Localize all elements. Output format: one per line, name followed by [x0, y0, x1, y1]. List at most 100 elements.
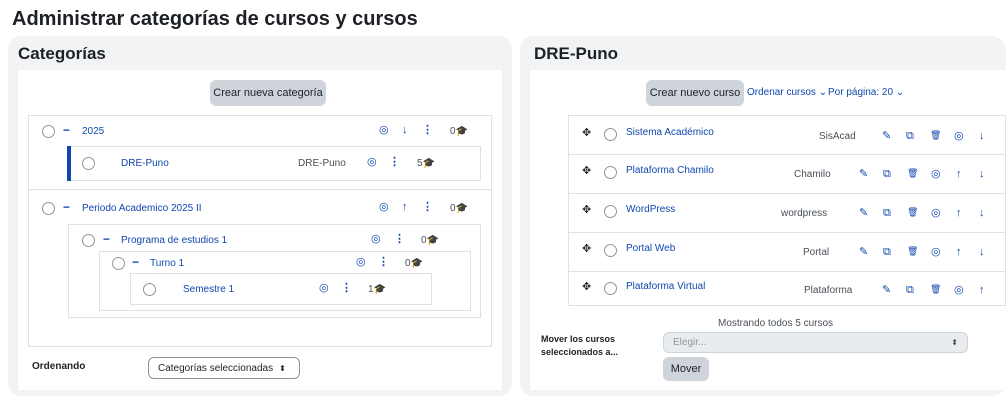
course-link[interactable]: Sistema Académico: [626, 127, 714, 138]
select-category-checkbox[interactable]: [112, 257, 125, 270]
move-handle-icon[interactable]: ✥: [582, 282, 591, 293]
edit-icon[interactable]: ✎: [882, 285, 891, 296]
move-down-icon[interactable]: ↓: [979, 169, 985, 180]
eye-icon[interactable]: ◎: [931, 208, 941, 219]
dots-icon[interactable]: ⋮: [378, 257, 389, 268]
eye-icon[interactable]: ◎: [954, 285, 964, 296]
select-course-checkbox[interactable]: [604, 166, 617, 179]
trash-icon[interactable]: 🗑: [907, 208, 918, 217]
graduation-cap-icon: 🎓: [426, 235, 440, 246]
move-handle-icon[interactable]: ✥: [582, 128, 591, 139]
courses-heading: DRE-Puno: [534, 44, 619, 63]
course-count: 0🎓: [421, 235, 439, 246]
chevron-down-icon: ⌄: [818, 87, 828, 98]
move-down-icon[interactable]: ↓: [979, 247, 985, 258]
eye-icon[interactable]: ◎: [371, 234, 381, 245]
sort-courses-link[interactable]: Ordenar cursos ⌄: [747, 87, 827, 98]
select-course-checkbox[interactable]: [604, 205, 617, 218]
course-shortname: SisAcad: [819, 131, 856, 142]
move-target-select[interactable]: Elegir... ⬍: [663, 332, 968, 353]
copy-icon[interactable]: ⧉: [906, 285, 914, 296]
graduation-cap-icon: 🎓: [373, 284, 387, 295]
edit-icon[interactable]: ✎: [882, 131, 891, 142]
trash-icon[interactable]: 🗑: [907, 169, 918, 178]
category-link[interactable]: Turno 1: [150, 258, 184, 269]
move-down-icon[interactable]: ↓: [979, 131, 985, 142]
category-link[interactable]: Periodo Academico 2025 II: [82, 203, 202, 214]
eye-icon[interactable]: ◎: [931, 169, 941, 180]
eye-icon[interactable]: ◎: [954, 131, 964, 142]
select-category-checkbox[interactable]: [82, 234, 95, 247]
move-up-icon[interactable]: ↑: [956, 208, 962, 219]
dots-icon[interactable]: ⋮: [422, 202, 433, 213]
course-link[interactable]: Plataforma Virtual: [626, 281, 705, 292]
eye-icon[interactable]: ◎: [379, 202, 389, 213]
eye-icon[interactable]: ◎: [319, 283, 329, 294]
collapse-icon[interactable]: −: [132, 256, 139, 268]
move-up-icon[interactable]: ↑: [956, 247, 962, 258]
eye-icon[interactable]: ◎: [367, 157, 377, 168]
collapse-icon[interactable]: −: [63, 201, 70, 213]
copy-icon[interactable]: ⧉: [883, 169, 891, 180]
graduation-cap-icon: 🎓: [410, 258, 424, 269]
create-course-button[interactable]: Crear nuevo curso: [646, 80, 744, 106]
graduation-cap-icon: 🎓: [455, 203, 469, 214]
divider: [29, 189, 491, 190]
eye-icon[interactable]: ◎: [931, 247, 941, 258]
move-down-icon[interactable]: ↓: [402, 125, 408, 136]
trash-icon[interactable]: 🗑: [907, 247, 918, 256]
select-category-checkbox[interactable]: [143, 283, 156, 296]
sort-label: Ordenando: [32, 361, 86, 372]
sort-select-value: Categorías seleccionadas: [158, 362, 274, 374]
move-handle-icon[interactable]: ✥: [582, 244, 591, 255]
move-handle-icon[interactable]: ✥: [582, 166, 591, 177]
collapse-icon[interactable]: −: [103, 233, 110, 245]
select-course-checkbox[interactable]: [604, 128, 617, 141]
move-select-value: Elegir...: [673, 337, 707, 348]
category-link[interactable]: 2025: [82, 126, 104, 137]
course-row: ✥ Portal Web Portal ✎ ⧉ 🗑 ◎ ↑ ↓: [569, 233, 1005, 271]
category-link[interactable]: DRE-Puno: [121, 158, 169, 169]
category-subbox: − Turno 1 ◎ ⋮ 0🎓 Semestre 1 ◎ ⋮ 1🎓: [99, 251, 471, 311]
move-button[interactable]: Mover: [663, 357, 709, 381]
course-link[interactable]: WordPress: [626, 204, 675, 215]
move-handle-icon[interactable]: ✥: [582, 205, 591, 216]
select-course-checkbox[interactable]: [604, 282, 617, 295]
course-link[interactable]: Plataforma Chamilo: [626, 165, 714, 176]
move-up-icon[interactable]: ↑: [402, 202, 408, 213]
dots-icon[interactable]: ⋮: [341, 283, 352, 294]
select-category-checkbox[interactable]: [82, 157, 95, 170]
graduation-cap-icon: 🎓: [455, 126, 469, 137]
per-page-link[interactable]: Por página: 20 ⌄: [828, 87, 904, 98]
sort-categories-select[interactable]: Categorías seleccionadas ⬍: [148, 357, 300, 379]
category-link[interactable]: Programa de estudios 1: [121, 235, 227, 246]
edit-icon[interactable]: ✎: [859, 169, 868, 180]
course-count: 0🎓: [450, 203, 468, 214]
move-down-icon[interactable]: ↓: [979, 208, 985, 219]
copy-icon[interactable]: ⧉: [906, 131, 914, 142]
create-category-button[interactable]: Crear nueva categoría: [210, 80, 326, 106]
trash-icon[interactable]: 🗑: [930, 131, 941, 140]
select-category-checkbox[interactable]: [42, 125, 55, 138]
course-shortname: Portal: [803, 247, 830, 258]
select-course-checkbox[interactable]: [604, 244, 617, 257]
move-up-icon[interactable]: ↑: [979, 285, 985, 296]
eye-icon[interactable]: ◎: [356, 257, 366, 268]
move-up-icon[interactable]: ↑: [956, 169, 962, 180]
course-row: ✥ Plataforma Virtual Plataforma ✎ ⧉ 🗑 ◎ …: [569, 272, 1005, 306]
dots-icon[interactable]: ⋮: [389, 157, 400, 168]
course-link[interactable]: Portal Web: [626, 243, 675, 254]
trash-icon[interactable]: 🗑: [930, 285, 941, 294]
copy-icon[interactable]: ⧉: [883, 208, 891, 219]
dots-icon[interactable]: ⋮: [394, 234, 405, 245]
course-count: 0🎓: [405, 258, 423, 269]
edit-icon[interactable]: ✎: [859, 208, 868, 219]
eye-icon[interactable]: ◎: [379, 125, 389, 136]
course-list: ✥ Sistema Académico SisAcad ✎ ⧉ 🗑 ◎ ↓ ✥ …: [568, 115, 1006, 306]
copy-icon[interactable]: ⧉: [883, 247, 891, 258]
dots-icon[interactable]: ⋮: [422, 125, 433, 136]
edit-icon[interactable]: ✎: [859, 247, 868, 258]
category-link[interactable]: Semestre 1: [183, 284, 234, 295]
select-category-checkbox[interactable]: [42, 202, 55, 215]
collapse-icon[interactable]: −: [63, 124, 70, 136]
